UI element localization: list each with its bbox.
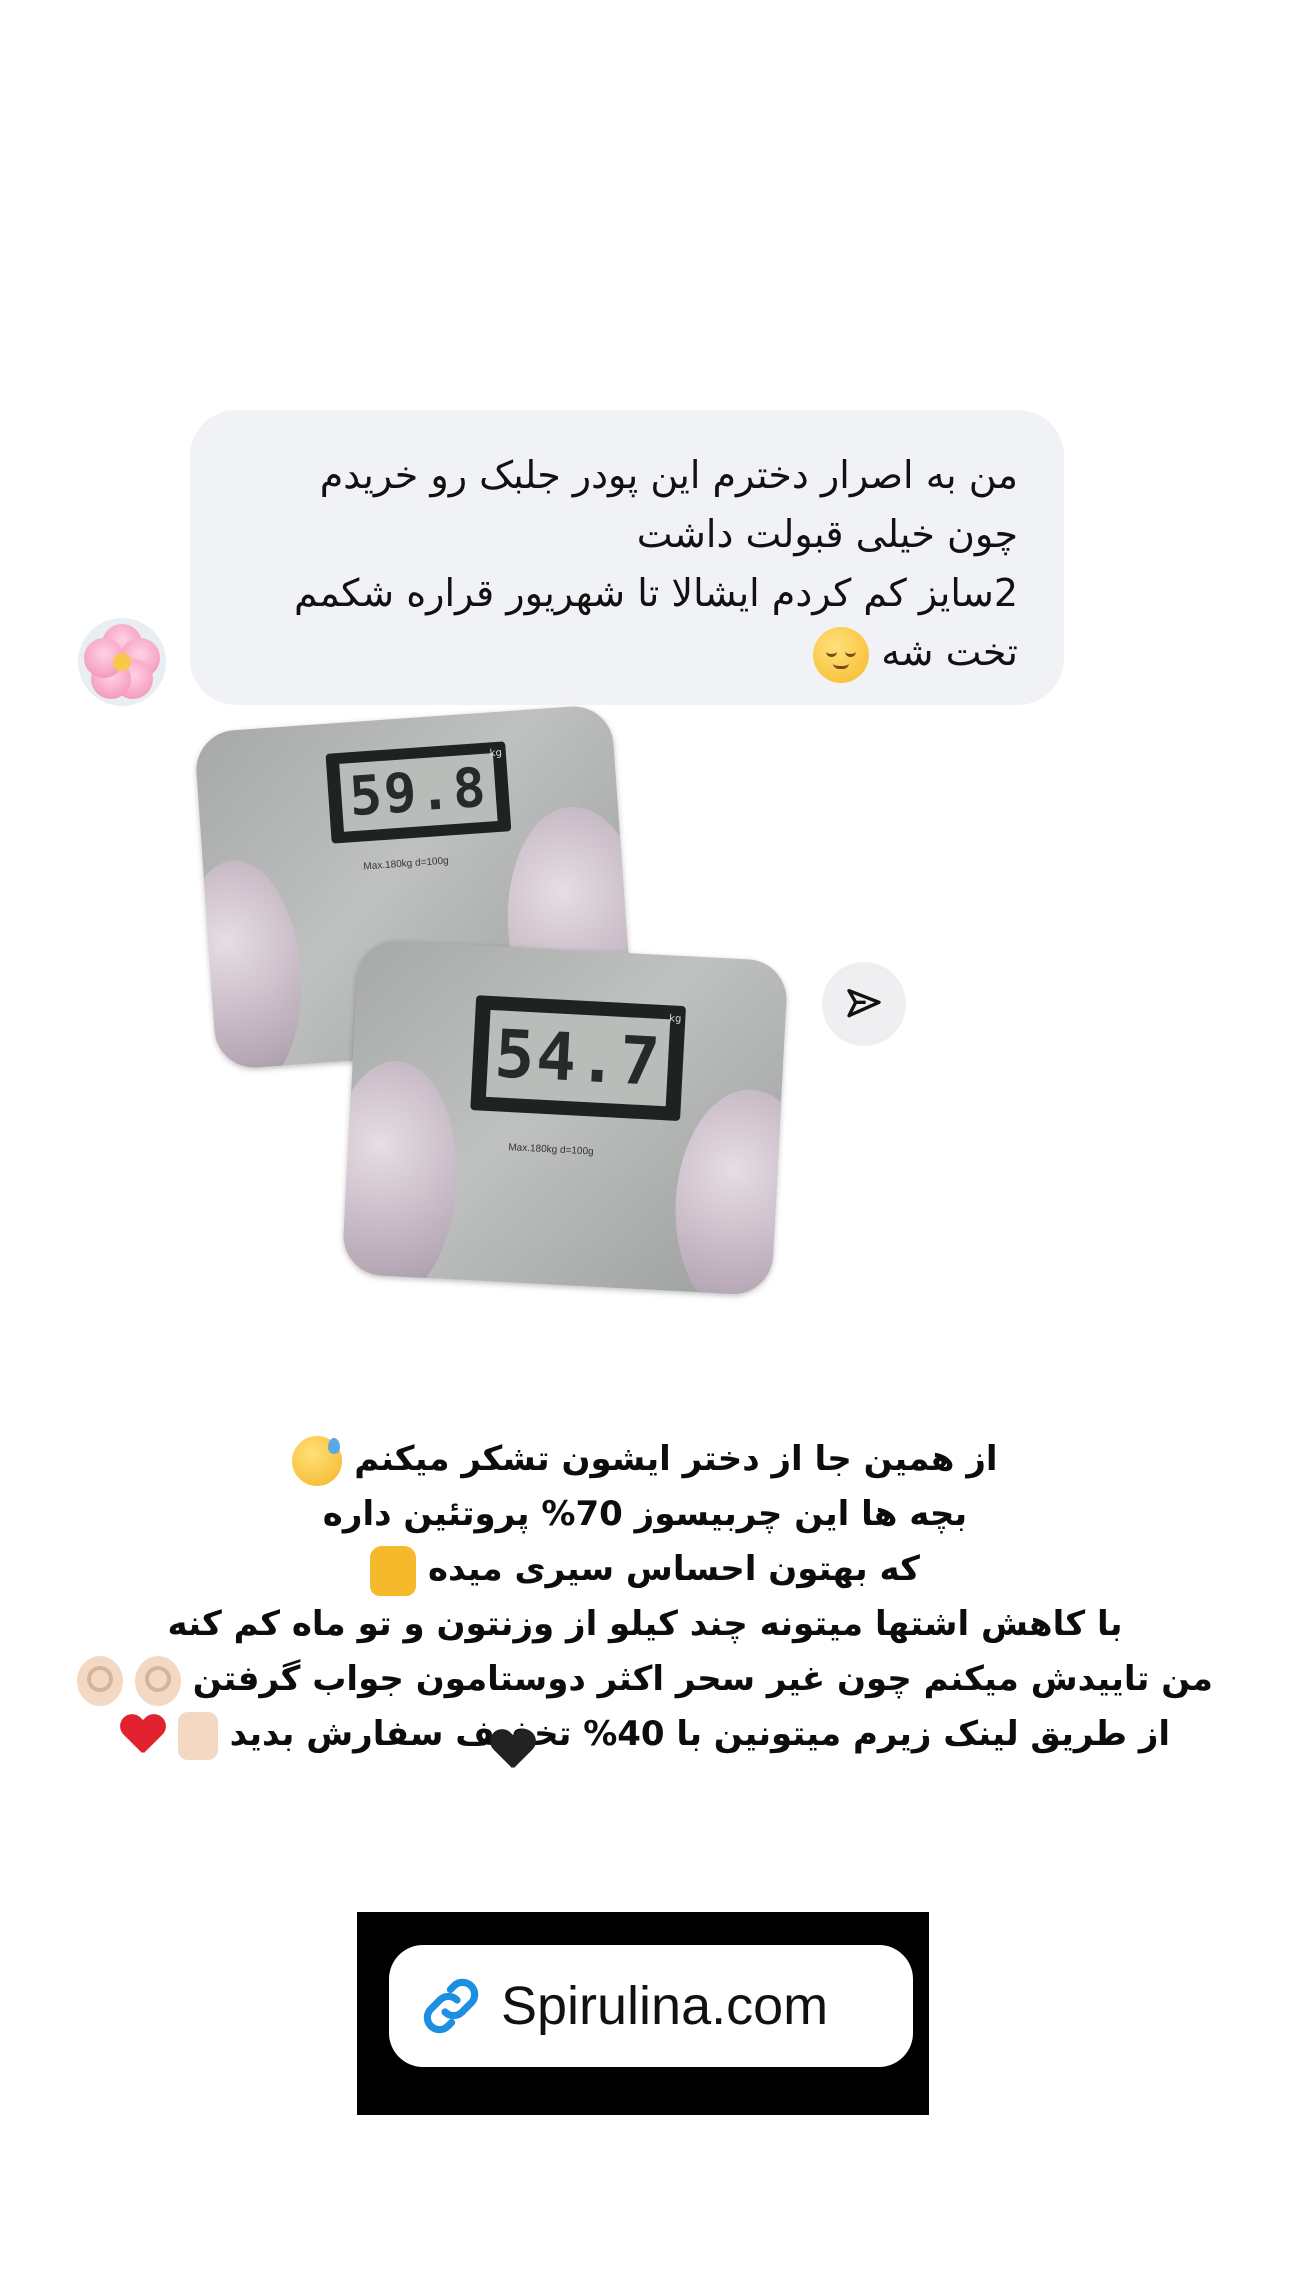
message-bubble[interactable]: من به اصرار دخترم این پودر جلبک رو خریدم… [190, 410, 1064, 705]
link-pill[interactable]: Spirulina.com [389, 1945, 913, 2067]
message-line-2: چون خیلی قبولت داشت [636, 512, 1018, 556]
chat-screenshot: من به اصرار دخترم این پودر جلبک رو خریدم… [0, 0, 1290, 1320]
scale-unit-before: kg [489, 747, 503, 760]
scale-reading-before: 59.8 [338, 752, 499, 832]
story-caption: از همین جا از دختر ایشون تشکر میکنم بچه … [30, 1432, 1260, 1762]
black-heart-icon [490, 1728, 536, 1774]
caption-line-5-wrap: من تاییدش میکنم چون غیر سحر اکثر دوستامو… [30, 1652, 1260, 1707]
caption-line-3: که بهتون احساس سیری میده [427, 1549, 920, 1589]
scale-unit-after: kg [668, 1013, 682, 1025]
scale-label-before: Max.180kg d=100g [363, 855, 449, 873]
caption-line-1-wrap: از همین جا از دختر ایشون تشکر میکنم [30, 1432, 1260, 1487]
relieved-face-icon [813, 626, 870, 683]
cherry-blossom-icon [82, 622, 162, 702]
ok-hand-icon [77, 1655, 124, 1706]
caption-line-3-wrap: که بهتون احساس سیری میده [30, 1542, 1260, 1597]
message-line-4: تخت شه [881, 630, 1018, 674]
message-line-4-wrap: تخت شه [226, 623, 1018, 683]
scale-reading-after: 54.7 [485, 1009, 671, 1107]
message-line-3: 2سایز کم کردم ایشالا تا شهریور قراره شکم… [294, 571, 1018, 615]
red-heart-icon [120, 1713, 166, 1759]
share-button[interactable] [822, 962, 906, 1046]
caption-line-4: با کاهش اشتها میتونه چند کیلو از وزنتون … [167, 1604, 1123, 1644]
caption-line-6: از طریق لینک زیرم میتونین با 40% تخفیف س… [229, 1714, 1171, 1754]
link-icon [423, 1978, 479, 2034]
caption-line-5: من تاییدش میکنم چون غیر سحر اکثر دوستامو… [192, 1659, 1213, 1699]
avatar[interactable] [78, 618, 166, 706]
grinning-sweat-icon [292, 1435, 343, 1486]
link-text[interactable]: Spirulina.com [501, 1975, 828, 2037]
pointing-down-icon [177, 1711, 218, 1760]
scale-photo-after[interactable]: 54.7 kg Max.180kg d=100g [341, 938, 789, 1297]
thumbs-up-icon [370, 1545, 417, 1596]
caption-line-2: بچه ها این چربیسوز 70% پروتئین داره [322, 1494, 968, 1534]
message-line-1: من به اصرار دخترم این پودر جلبک رو خریدم [319, 453, 1018, 497]
paper-plane-icon [847, 989, 881, 1018]
caption-line-1: از همین جا از دختر ایشون تشکر میکنم [354, 1439, 998, 1479]
scale-label-after: Max.180kg d=100g [508, 1142, 594, 1158]
caption-line-6-wrap: از طریق لینک زیرم میتونین با 40% تخفیف س… [30, 1707, 1260, 1762]
link-sticker[interactable]: Spirulina.com [357, 1912, 929, 2115]
ok-hand-icon [134, 1655, 181, 1706]
